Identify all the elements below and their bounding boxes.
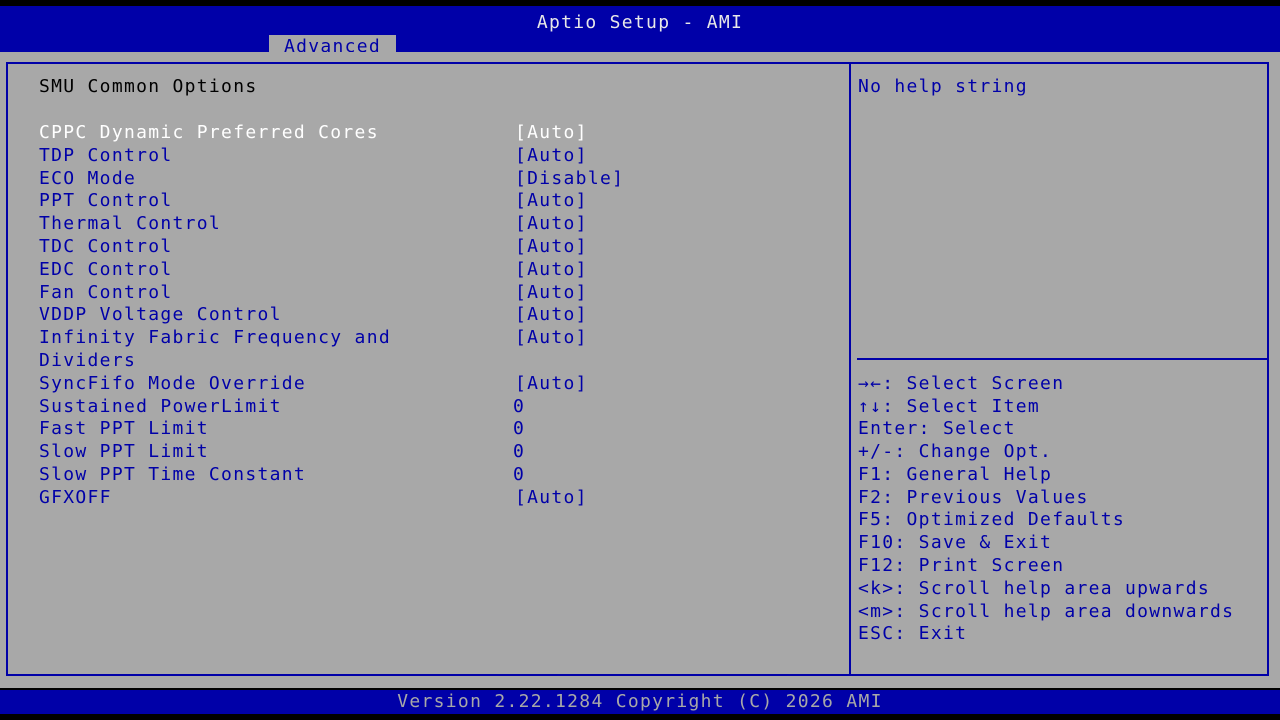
option-label-syncfifo-mode-override[interactable]: SyncFifo Mode Override <box>39 372 306 395</box>
key-select-screen: →←: Select Screen <box>858 373 1065 394</box>
option-label-tdp-control[interactable]: TDP Control <box>39 144 173 167</box>
option-value-gfxoff[interactable]: [Auto] <box>515 486 588 509</box>
bios-screen: Aptio Setup - AMI Advanced SMU Common Op… <box>0 0 1280 720</box>
key-enter-select: Enter: Select <box>858 418 1016 439</box>
key-scroll-down: <m>: Scroll help area downwards <box>858 601 1235 622</box>
option-label-sustained-powerlimit[interactable]: Sustained PowerLimit <box>39 395 282 418</box>
option-value-syncfifo-mode-override[interactable]: [Auto] <box>515 372 588 395</box>
option-value-cppc-dynamic-preferred-cores[interactable]: [Auto] <box>515 121 588 144</box>
main-panel: SMU Common Options CPPC Dynamic Preferre… <box>0 52 1280 688</box>
option-label-tdc-control[interactable]: TDC Control <box>39 235 173 258</box>
option-value-edc-control[interactable]: [Auto] <box>515 258 588 281</box>
key-esc-exit: ESC: Exit <box>858 623 968 644</box>
option-value-ppt-control[interactable]: [Auto] <box>515 189 588 212</box>
option-value-fast-ppt-limit[interactable]: 0 <box>513 417 525 440</box>
option-label-thermal-control[interactable]: Thermal Control <box>39 212 221 235</box>
help-text: No help string <box>858 76 1028 97</box>
footer-bar: Version 2.22.1284 Copyright (C) 2026 AMI <box>0 690 1280 714</box>
option-label-cppc-dynamic-preferred-cores[interactable]: CPPC Dynamic Preferred Cores <box>39 121 379 144</box>
option-value-sustained-powerlimit[interactable]: 0 <box>513 395 525 418</box>
option-label-infinity-fabric-dividers[interactable]: Dividers <box>39 349 136 372</box>
option-label-fast-ppt-limit[interactable]: Fast PPT Limit <box>39 417 209 440</box>
section-title: SMU Common Options <box>39 76 258 97</box>
option-label-fan-control[interactable]: Fan Control <box>39 281 173 304</box>
option-value-eco-mode[interactable]: [Disable] <box>515 167 624 190</box>
key-previous-values: F2: Previous Values <box>858 487 1089 508</box>
option-label-edc-control[interactable]: EDC Control <box>39 258 173 281</box>
help-divider <box>857 358 1267 360</box>
option-value-vddp-voltage-control[interactable]: [Auto] <box>515 303 588 326</box>
option-value-fan-control[interactable]: [Auto] <box>515 281 588 304</box>
header-bar: Aptio Setup - AMI Advanced <box>0 6 1280 58</box>
key-change-opt: +/-: Change Opt. <box>858 441 1053 462</box>
key-print-screen: F12: Print Screen <box>858 555 1065 576</box>
key-select-item: ↑↓: Select Item <box>858 396 1041 417</box>
option-value-slow-ppt-limit[interactable]: 0 <box>513 440 525 463</box>
key-general-help: F1: General Help <box>858 464 1053 485</box>
option-label-ppt-control[interactable]: PPT Control <box>39 189 173 212</box>
option-value-infinity-fabric-frequency[interactable]: [Auto] <box>515 326 588 349</box>
app-title: Aptio Setup - AMI <box>536 12 744 33</box>
vertical-divider <box>849 62 851 676</box>
key-scroll-up: <k>: Scroll help area upwards <box>858 578 1210 599</box>
option-label-infinity-fabric-frequency[interactable]: Infinity Fabric Frequency and <box>39 326 391 349</box>
option-value-tdc-control[interactable]: [Auto] <box>515 235 588 258</box>
version-text: Version 2.22.1284 Copyright (C) 2026 AMI <box>397 691 883 712</box>
option-value-thermal-control[interactable]: [Auto] <box>515 212 588 235</box>
key-optimized-defaults: F5: Optimized Defaults <box>858 509 1126 530</box>
option-label-slow-ppt-limit[interactable]: Slow PPT Limit <box>39 440 209 463</box>
key-save-exit: F10: Save & Exit <box>858 532 1053 553</box>
option-label-slow-ppt-time-constant[interactable]: Slow PPT Time Constant <box>39 463 306 486</box>
option-value-slow-ppt-time-constant[interactable]: 0 <box>513 463 525 486</box>
option-label-vddp-voltage-control[interactable]: VDDP Voltage Control <box>39 303 282 326</box>
option-label-gfxoff[interactable]: GFXOFF <box>39 486 112 509</box>
option-value-tdp-control[interactable]: [Auto] <box>515 144 588 167</box>
option-label-eco-mode[interactable]: ECO Mode <box>39 167 136 190</box>
